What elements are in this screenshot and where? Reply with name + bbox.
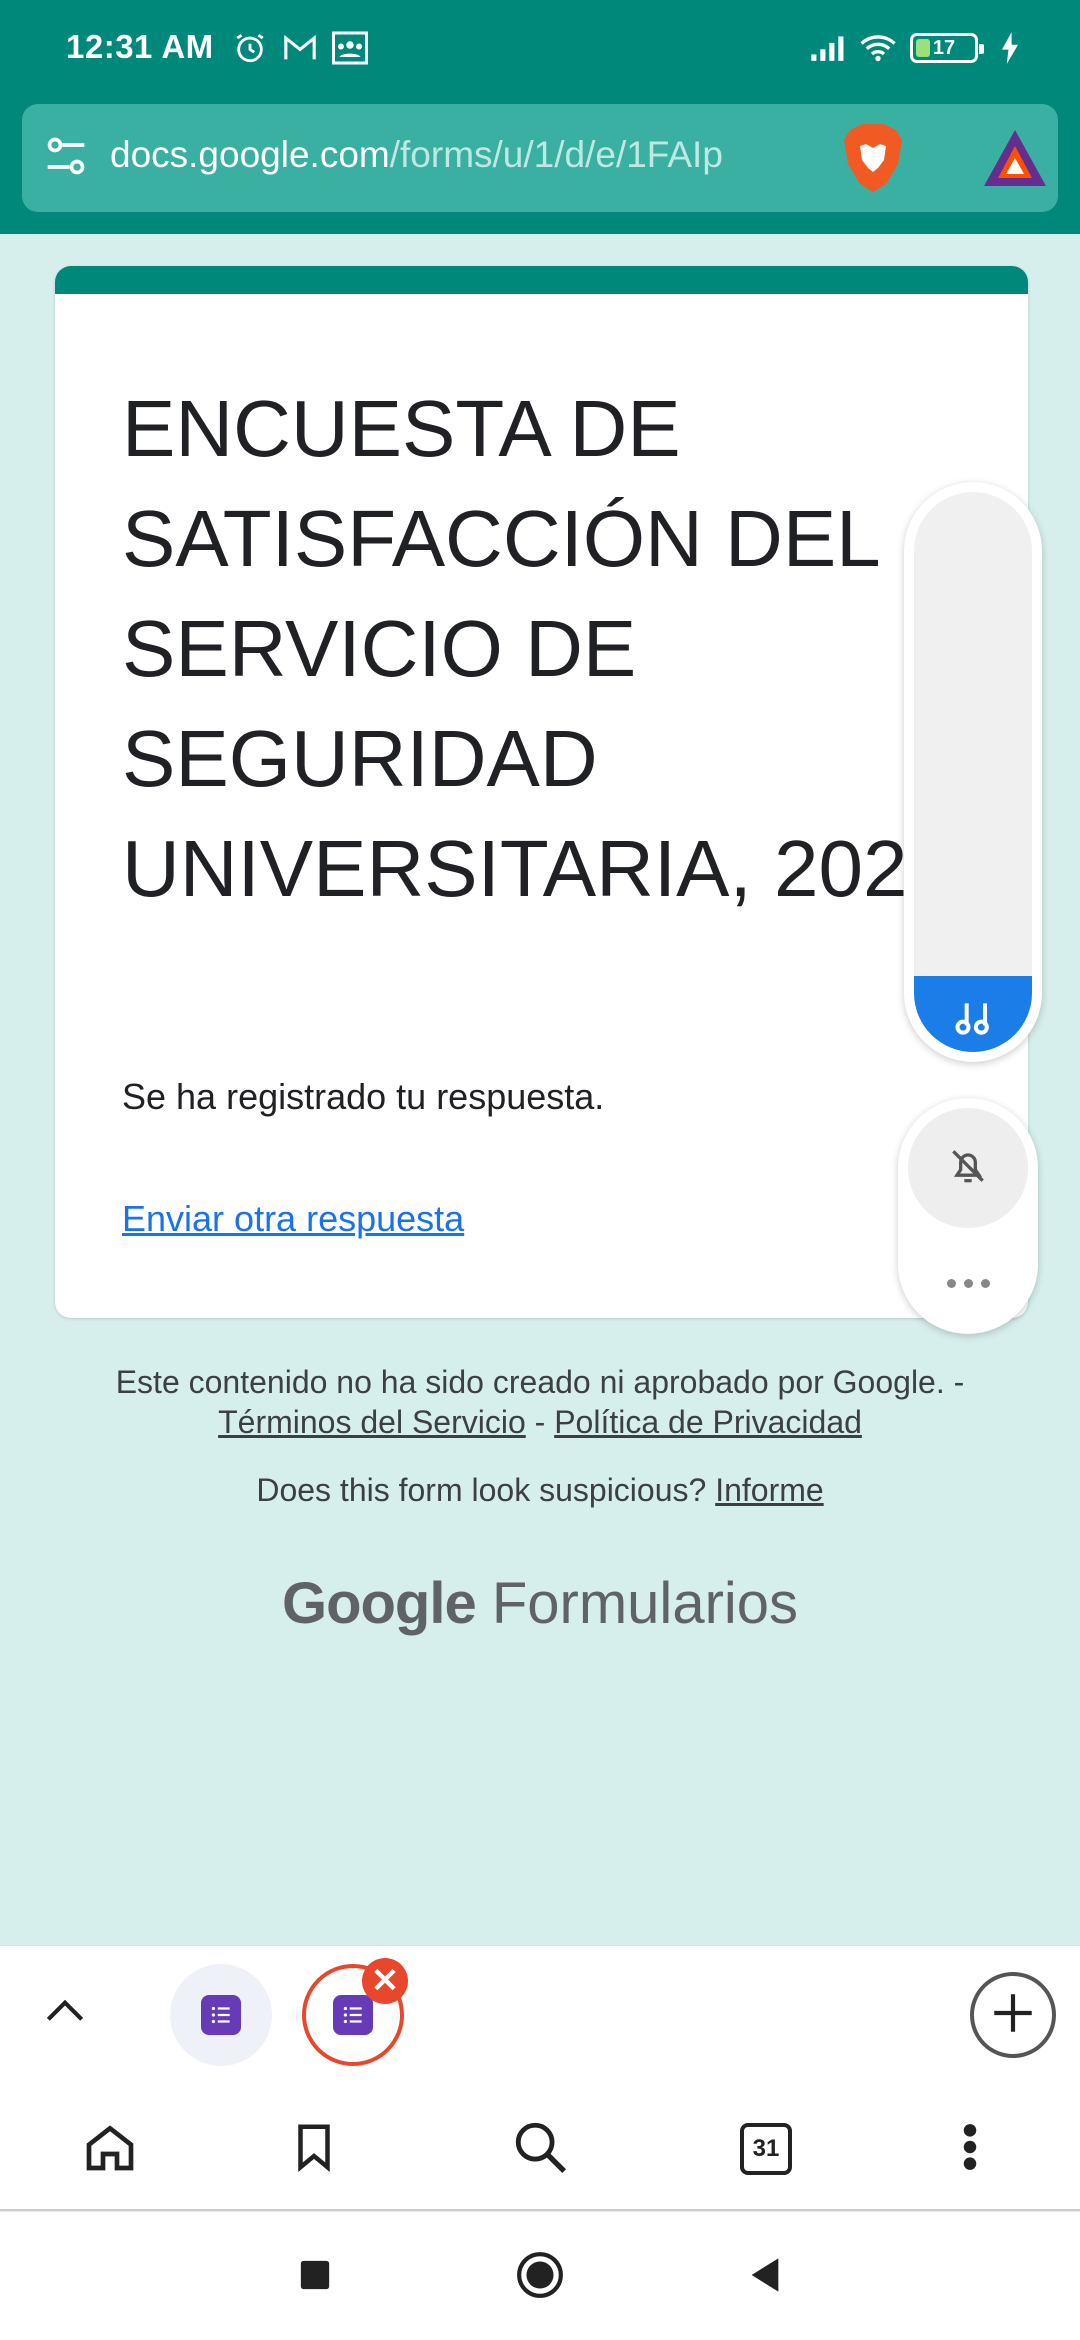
battery-icon: 17: [910, 33, 984, 63]
confirmation-message: Se ha registrado tu respuesta.: [122, 1076, 605, 1117]
bat-rewards-icon[interactable]: [982, 128, 1048, 188]
report-line: Does this form look suspicious? Informe: [40, 1472, 1040, 1509]
bell-off-icon: [946, 1144, 990, 1193]
tab-strip: ✕: [0, 1945, 1080, 2087]
alarm-icon: [232, 30, 268, 66]
classroom-icon: [332, 30, 368, 66]
battery-level: 17: [932, 36, 956, 59]
browser-toolbar: 31: [0, 2087, 1080, 2211]
charging-icon: [992, 30, 1028, 66]
address-bar[interactable]: docs.google.com/forms/u/1/d/e/1FAIp: [22, 104, 1058, 212]
search-button[interactable]: [510, 2119, 570, 2179]
footer-disclaimer: Este contenido no ha sido creado ni apro…: [115, 1364, 965, 1400]
submit-another-response-link[interactable]: Enviar otra respuesta: [122, 1198, 464, 1240]
tab-count: 31: [740, 2123, 792, 2175]
back-button[interactable]: [740, 2252, 790, 2302]
home-nav-button[interactable]: [515, 2250, 565, 2305]
forms-tab-icon: [201, 1995, 241, 2035]
privacy-link[interactable]: Política de Privacidad: [554, 1404, 862, 1440]
recents-button[interactable]: [290, 2252, 340, 2302]
report-question: Does this form look suspicious?: [256, 1472, 707, 1508]
status-icons-right: 17: [810, 30, 1028, 66]
bookmark-icon: [287, 2119, 341, 2180]
form-card: ENCUESTA DE SATISFACCIÓN DEL SERVICIO DE…: [55, 266, 1028, 1318]
brand-product: Formularios: [491, 1571, 799, 1636]
bookmarks-button[interactable]: [284, 2119, 344, 2179]
square-icon: [298, 2258, 332, 2297]
brave-shields-icon[interactable]: [840, 122, 906, 194]
status-bar: 12:31 AM 17: [0, 0, 1080, 100]
music-note-icon: [952, 996, 996, 1040]
url-path: /forms/u/1/d/e/1FAIp: [389, 134, 723, 175]
chevron-up-icon[interactable]: [40, 1986, 90, 2036]
quick-tools-widget: [898, 1098, 1038, 1334]
back-triangle-icon: [747, 2255, 783, 2300]
media-volume-track[interactable]: [914, 492, 1032, 1052]
tab-forms-1[interactable]: [170, 1964, 272, 2066]
kebab-menu-icon: [960, 2122, 980, 2177]
form-title: ENCUESTA DE SATISFACCIÓN DEL SERVICIO DE…: [122, 384, 952, 913]
terms-link[interactable]: Términos del Servicio: [218, 1404, 526, 1440]
home-button[interactable]: [80, 2119, 140, 2179]
status-time: 12:31 AM: [66, 28, 214, 65]
plus-icon: [988, 1988, 1038, 2043]
brand-google: Google: [281, 1571, 477, 1636]
signal-icon: [810, 30, 846, 66]
circle-icon: [515, 2250, 565, 2305]
footer-links: Términos del Servicio - Política de Priv…: [40, 1402, 1040, 1442]
more-options-icon[interactable]: [928, 1258, 1008, 1308]
mute-button[interactable]: [908, 1108, 1028, 1228]
google-forms-logo: Google Formularios: [0, 1570, 1080, 1637]
menu-button[interactable]: [940, 2119, 1000, 2179]
url-text[interactable]: docs.google.com/forms/u/1/d/e/1FAIp: [110, 134, 830, 176]
forms-tab-icon: [333, 1995, 373, 2035]
gmail-icon: [282, 30, 318, 66]
home-icon: [82, 2119, 138, 2180]
system-navigation-bar: [0, 2212, 1080, 2340]
url-area: docs.google.com/forms/u/1/d/e/1FAIp: [0, 100, 1080, 234]
footer-separator: -: [525, 1404, 555, 1440]
search-icon: [511, 2118, 569, 2181]
close-tab-button[interactable]: ✕: [362, 1958, 408, 2004]
media-control-widget[interactable]: [904, 482, 1042, 1062]
form-accent-bar: [55, 266, 1028, 294]
wifi-icon: [860, 30, 896, 66]
url-domain: docs.google.com: [110, 134, 390, 175]
status-icons-left: [232, 30, 368, 66]
tabs-button[interactable]: 31: [736, 2119, 796, 2179]
site-settings-icon[interactable]: [44, 134, 88, 178]
new-tab-button[interactable]: [970, 1972, 1056, 2058]
report-link[interactable]: Informe: [715, 1472, 823, 1508]
